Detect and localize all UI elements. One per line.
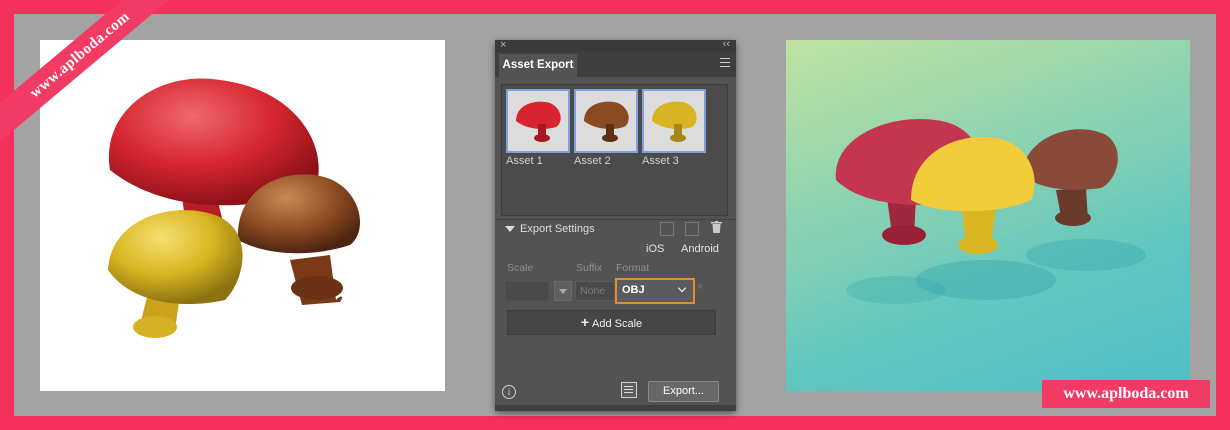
asset-label: Asset 3 — [642, 155, 679, 167]
panel-bottom-bar — [495, 405, 736, 411]
duplicate-icon[interactable] — [685, 222, 699, 236]
asset-thumbnails: Asset 1 Asset 2 Asset 3 — [501, 84, 728, 216]
export-button[interactable]: Export... — [648, 381, 719, 402]
preview-image-right — [786, 40, 1190, 391]
asset-label: Asset 1 — [506, 155, 543, 167]
asset-item-2[interactable]: Asset 2 — [574, 89, 638, 167]
export-settings-label: Export Settings — [520, 223, 595, 235]
asset-label: Asset 2 — [574, 155, 611, 167]
tab-asset-export[interactable]: Asset Export — [499, 54, 577, 77]
suffix-input[interactable]: None — [575, 281, 615, 301]
trash-icon[interactable] — [711, 221, 722, 233]
close-icon[interactable]: × — [500, 39, 506, 51]
export-list-icon[interactable] — [621, 382, 637, 398]
add-scale-label: Add Scale — [592, 318, 643, 330]
add-preset-icon[interactable] — [660, 222, 674, 236]
format-dropdown[interactable]: OBJ — [615, 278, 695, 304]
platform-ios[interactable]: iOS — [646, 243, 664, 255]
disclosure-triangle-icon — [505, 226, 515, 233]
panel-menu-icon[interactable] — [720, 58, 730, 70]
scale-dropdown[interactable] — [554, 281, 572, 301]
remove-scale-icon[interactable]: × — [697, 281, 703, 293]
asset-export-panel: × ‹‹ Asset Export Asset 1 Asset 2 Asset … — [495, 38, 736, 411]
column-format: Format — [616, 262, 650, 274]
asset-item-3[interactable]: Asset 3 — [642, 89, 706, 167]
column-suffix: Suffix — [576, 262, 603, 274]
panel-titlebar: × ‹‹ — [495, 38, 736, 52]
column-scale: Scale — [507, 262, 534, 274]
info-icon[interactable]: i — [502, 385, 516, 399]
plus-icon: + — [580, 314, 590, 330]
asset-thumbnail[interactable] — [642, 89, 706, 153]
asset-item-1[interactable]: Asset 1 — [506, 89, 570, 167]
asset-thumbnail[interactable] — [574, 89, 638, 153]
panel-tabbar: Asset Export — [495, 52, 736, 77]
watermark-ribbon-text: www.aplboda.com — [0, 0, 182, 140]
export-settings-toggle[interactable]: Export Settings — [505, 223, 595, 235]
collapse-icon[interactable]: ‹‹ — [723, 38, 730, 50]
scale-input[interactable] — [505, 281, 549, 301]
watermark-ribbon: www.aplboda.com — [0, 0, 200, 140]
platform-android[interactable]: Android — [681, 243, 719, 255]
watermark-badge: www.aplboda.com — [1042, 380, 1210, 408]
divider — [495, 219, 736, 220]
format-value: OBJ — [622, 284, 645, 296]
asset-thumbnail[interactable] — [506, 89, 570, 153]
add-scale-button[interactable]: + Add Scale — [507, 310, 716, 335]
chevron-down-icon — [677, 283, 687, 293]
